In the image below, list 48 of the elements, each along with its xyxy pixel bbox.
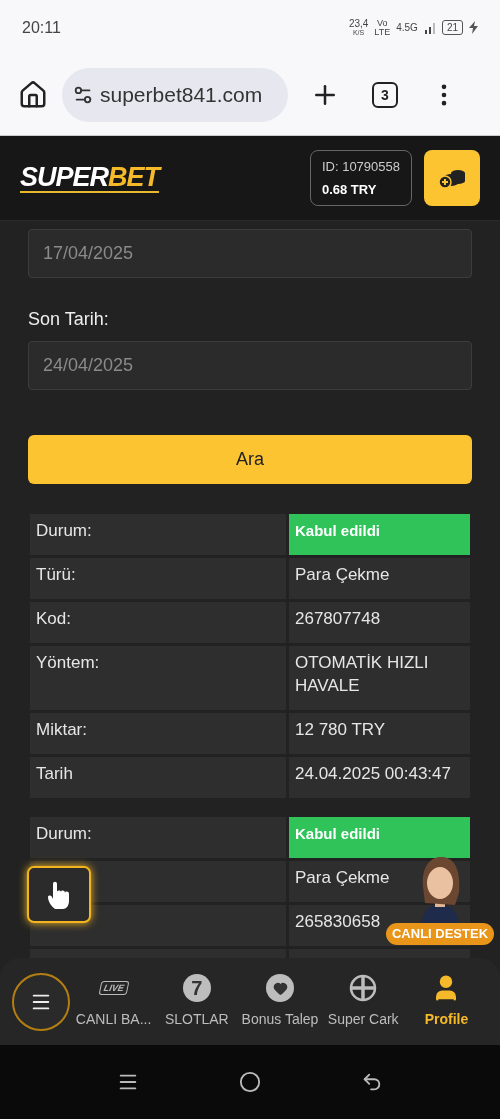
field-label: Durum:	[36, 824, 92, 843]
deposit-button[interactable]	[424, 150, 480, 206]
network-speed: 23,4	[348, 18, 369, 28]
signal-icon	[423, 21, 436, 34]
table-cell: 24.04.2025 00:43:47	[289, 757, 470, 798]
tab-count-button[interactable]: 3	[372, 82, 398, 108]
table-cell: Para Çekme	[289, 558, 470, 599]
pointer-button[interactable]	[27, 866, 91, 923]
field-label: Miktar:	[36, 720, 87, 739]
nav-tab[interactable]: LIVE CANLI BA...	[72, 973, 156, 1030]
volte-label: LTE	[374, 27, 391, 37]
volte-label: Vo	[377, 18, 388, 28]
home-button-icon[interactable]	[239, 1071, 261, 1093]
table-cell: OTOMATİK HIZLI HAVALE	[289, 646, 470, 710]
field-label: Son Tarih:	[28, 308, 110, 331]
back-icon[interactable]	[361, 1071, 383, 1093]
field-label: Yöntem:	[36, 653, 100, 672]
network-type: 4.5G	[396, 21, 418, 35]
logo[interactable]: SUPERBET	[20, 163, 160, 193]
nav-tab[interactable]: Super Cark	[321, 973, 405, 1030]
table-cell: 267807748	[289, 602, 470, 643]
nav-tab[interactable]: Profile	[404, 973, 488, 1030]
field-label: Tarih	[36, 764, 73, 783]
clock: 20:11	[22, 17, 61, 38]
balance-amount: 0.68 TRY	[321, 180, 378, 199]
date-field[interactable]: 24/04/2025	[28, 341, 472, 390]
coins-icon	[438, 167, 466, 189]
balance-box[interactable]: ID: 10790558 0.68 TRY	[309, 150, 412, 206]
status-cell: Kabul edildi	[289, 514, 470, 555]
site-settings-icon[interactable]	[72, 84, 94, 106]
url-text: superbet841.com	[100, 82, 263, 109]
nav-tab[interactable]: 7 SLOTLAR	[155, 973, 239, 1030]
table-cell: 12 780 TRY	[289, 713, 470, 754]
address-bar[interactable]: superbet841.com	[62, 68, 288, 122]
date-field[interactable]: 17/04/2025	[28, 229, 472, 278]
menu-button[interactable]	[12, 972, 70, 1031]
battery-icon: 21	[441, 20, 463, 35]
status-cell: Kabul edildi	[289, 817, 470, 858]
slot-seven-icon: 7	[182, 974, 211, 1002]
account-id: ID: 10790558	[321, 158, 400, 176]
field-label: Kod:	[36, 609, 71, 628]
wheel-icon	[349, 974, 378, 1002]
charging-icon	[469, 21, 478, 34]
search-button[interactable]: Ara	[28, 435, 472, 484]
home-icon[interactable]	[18, 80, 48, 110]
field-label: Durum:	[36, 521, 92, 540]
nav-tab[interactable]: Bonus Talep	[238, 973, 322, 1030]
field-label: Türü:	[36, 565, 76, 584]
